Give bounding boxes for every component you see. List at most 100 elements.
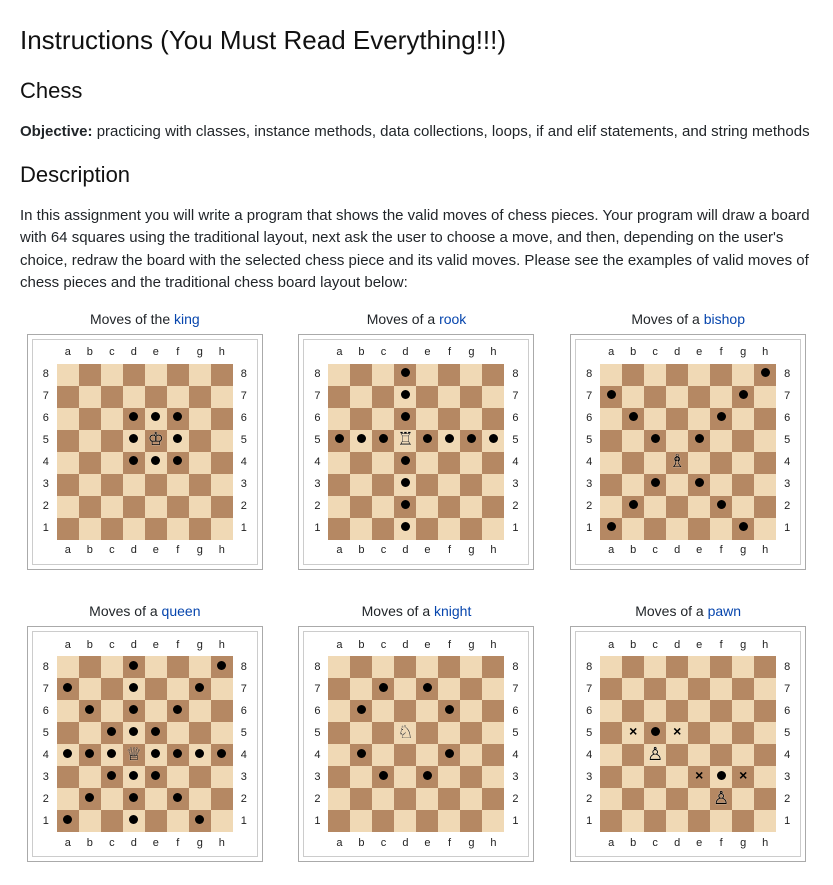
board-title-link-pawn[interactable]: pawn: [708, 603, 741, 619]
square-h8: [211, 656, 233, 678]
board-title-pawn: Moves of a pawn: [563, 601, 813, 622]
square-c7: [644, 678, 666, 700]
square-f7: [710, 678, 732, 700]
square-c8: [372, 656, 394, 678]
board-title-link-bishop[interactable]: bishop: [704, 311, 745, 327]
file-label: a: [328, 832, 350, 854]
board-frame: abcdefgh8877665××54♙43××32♙211abcdefgh: [570, 626, 806, 862]
square-a1: [57, 518, 79, 540]
board-inner: abcdefgh887766554♗4332211abcdefgh: [575, 339, 801, 565]
square-e2: [145, 496, 167, 518]
rank-label: 2: [504, 496, 526, 518]
board-title-link-knight[interactable]: knight: [434, 603, 471, 619]
square-d7: [123, 678, 145, 700]
square-b1: [622, 810, 644, 832]
square-e5: [688, 430, 710, 452]
board-frame: abcdefgh8877665♘544332211abcdefgh: [298, 626, 534, 862]
square-f2: [167, 788, 189, 810]
square-a7: [328, 678, 350, 700]
square-c5: [644, 430, 666, 452]
square-d7: [666, 678, 688, 700]
square-e7: [416, 386, 438, 408]
square-h3: [482, 474, 504, 496]
rank-label: 8: [776, 364, 798, 386]
coord-blank: [35, 342, 57, 364]
square-h5: [754, 722, 776, 744]
square-g1: [460, 518, 482, 540]
square-e2: [688, 496, 710, 518]
square-b8: [350, 364, 372, 386]
boards-grid: Moves of the kingabcdefgh8877665♔5443322…: [20, 309, 813, 870]
square-f4: [710, 744, 732, 766]
square-h1: [211, 810, 233, 832]
rank-label: 8: [306, 656, 328, 678]
square-e6: [688, 700, 710, 722]
square-e4: [688, 452, 710, 474]
square-b7: [79, 386, 101, 408]
square-g7: [189, 678, 211, 700]
board-bishop: Moves of a bishopabcdefgh887766554♗43322…: [563, 309, 813, 578]
square-a5: [600, 722, 622, 744]
square-f2: [710, 496, 732, 518]
file-label: c: [644, 342, 666, 364]
square-d5: [123, 722, 145, 744]
square-g3: ×: [732, 766, 754, 788]
square-f7: [167, 386, 189, 408]
coord-blank: [35, 634, 57, 656]
square-b3: [79, 474, 101, 496]
move-dot-icon: [173, 749, 182, 758]
coord-blank: [35, 832, 57, 854]
file-label: f: [167, 832, 189, 854]
rank-label: 8: [233, 364, 255, 386]
rank-label: 2: [233, 788, 255, 810]
square-f5: [710, 430, 732, 452]
square-f1: [167, 810, 189, 832]
square-f1: [710, 810, 732, 832]
square-g5: [460, 430, 482, 452]
square-b8: [622, 656, 644, 678]
square-b6: [350, 700, 372, 722]
square-e5: ♔: [145, 430, 167, 452]
square-g6: [732, 700, 754, 722]
rank-label: 6: [504, 408, 526, 430]
move-dot-icon: [717, 500, 726, 509]
capture-x-icon: ×: [629, 723, 637, 739]
rank-label: 8: [233, 656, 255, 678]
rank-label: 4: [776, 452, 798, 474]
square-g1: [732, 518, 754, 540]
file-label: e: [688, 540, 710, 562]
file-label: c: [101, 342, 123, 364]
coord-blank: [233, 540, 255, 562]
square-h7: [754, 386, 776, 408]
file-label: e: [145, 342, 167, 364]
coord-blank: [578, 832, 600, 854]
square-e2: [416, 788, 438, 810]
file-label: h: [754, 540, 776, 562]
rank-label: 6: [776, 408, 798, 430]
coord-blank: [504, 342, 526, 364]
rank-label: 2: [578, 496, 600, 518]
square-h6: [482, 408, 504, 430]
move-dot-icon: [173, 412, 182, 421]
file-label: c: [372, 540, 394, 562]
board-title-link-king[interactable]: king: [174, 311, 200, 327]
board-title-link-queen[interactable]: queen: [162, 603, 201, 619]
square-f8: [710, 364, 732, 386]
board-title-knight: Moves of a knight: [292, 601, 542, 622]
square-e7: [416, 678, 438, 700]
square-c7: [372, 678, 394, 700]
square-e8: [145, 656, 167, 678]
board-rook: Moves of a rookabcdefgh8877665♖544332211…: [292, 309, 542, 578]
square-g7: [189, 386, 211, 408]
coord-blank: [306, 540, 328, 562]
rank-label: 6: [35, 408, 57, 430]
chess-board: abcdefgh8877665♖544332211abcdefgh: [306, 342, 526, 562]
square-f7: [167, 678, 189, 700]
move-dot-icon: [151, 727, 160, 736]
board-title-link-rook[interactable]: rook: [439, 311, 466, 327]
file-label: f: [710, 832, 732, 854]
board-frame: abcdefgh887766554♗4332211abcdefgh: [570, 334, 806, 570]
square-h4: [754, 452, 776, 474]
file-label: f: [167, 540, 189, 562]
move-dot-icon: [357, 749, 366, 758]
